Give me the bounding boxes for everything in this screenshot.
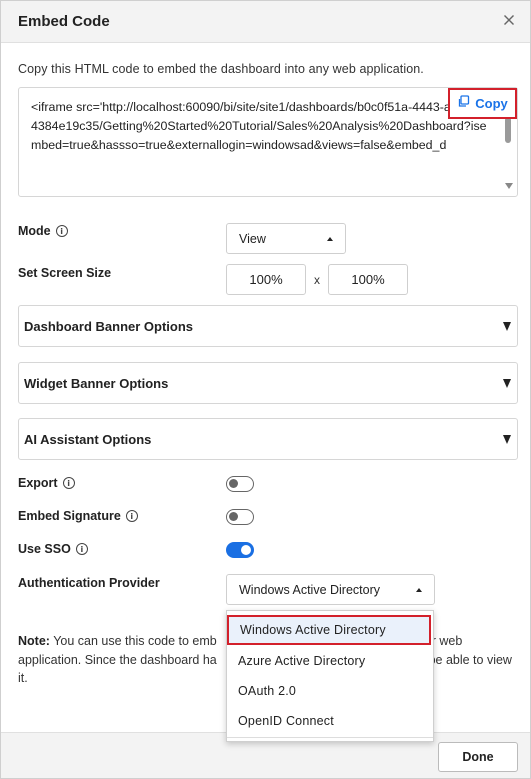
screen-size-label-row: Set Screen Size [18, 266, 111, 280]
caret-up-icon [327, 236, 333, 241]
embed-signature-label-row: Embed Signature i [18, 509, 138, 523]
info-icon[interactable]: i [75, 543, 88, 555]
embed-code-textarea[interactable]: <iframe src='http://localhost:60090/bi/s… [18, 87, 518, 197]
mode-label-row: Mode i [18, 224, 68, 238]
scroll-thumb[interactable] [505, 117, 511, 143]
info-icon[interactable]: i [55, 225, 68, 237]
auth-provider-dropdown: Windows Active Directory Azure Active Di… [226, 610, 434, 742]
export-label: Export [18, 476, 58, 490]
expand-arrow-icon [503, 322, 511, 331]
embed-code-text[interactable]: <iframe src='http://localhost:60090/bi/s… [31, 98, 493, 193]
auth-provider-label: Authentication Provider [18, 576, 160, 590]
embed-signature-toggle[interactable] [226, 509, 254, 525]
screen-size-label: Set Screen Size [18, 266, 112, 280]
accordion-dashboard-banner-options[interactable]: Dashboard Banner Options [18, 305, 518, 347]
accordion-ai-assistant-options[interactable]: AI Assistant Options [18, 418, 518, 460]
export-label-row: Export i [18, 476, 75, 490]
caret-up-icon [416, 587, 422, 592]
height-input[interactable]: 100% [328, 264, 408, 295]
accordion-title: Widget Banner Options [24, 376, 169, 391]
accordion-title: Dashboard Banner Options [24, 319, 194, 334]
accordion-widget-banner-options[interactable]: Widget Banner Options [18, 362, 518, 404]
auth-provider-select-value: Windows Active Directory [239, 582, 381, 597]
embed-signature-label: Embed Signature [18, 509, 121, 523]
export-toggle[interactable] [226, 476, 254, 492]
dropdown-option-azure-active-directory[interactable]: Azure Active Directory [227, 646, 433, 676]
info-icon[interactable]: i [125, 510, 138, 522]
toggle-knob [241, 545, 251, 555]
accordion-title: AI Assistant Options [24, 432, 152, 447]
copy-icon [457, 94, 470, 113]
toggle-knob [229, 479, 238, 488]
close-icon[interactable] [499, 10, 519, 30]
dialog-header: Embed Code [1, 1, 530, 43]
mode-select-value: View [239, 231, 266, 246]
note-text-start: You can use this code to emb [49, 634, 217, 648]
use-sso-toggle[interactable] [226, 542, 254, 558]
mode-label: Mode [18, 224, 51, 238]
dropdown-divider [227, 737, 433, 738]
dialog-title: Embed Code [18, 13, 110, 30]
dropdown-option-oauth-2[interactable]: OAuth 2.0 [227, 676, 433, 706]
use-sso-label-row: Use SSO i [18, 542, 88, 556]
dropdown-option-windows-active-directory[interactable]: Windows Active Directory [227, 615, 431, 645]
width-input[interactable]: 100% [226, 264, 306, 295]
use-sso-label: Use SSO [18, 542, 71, 556]
embed-code-dialog: Embed Code Copy this HTML code to embed … [0, 0, 531, 779]
scroll-down-arrow-icon[interactable] [505, 183, 513, 189]
expand-arrow-icon [503, 435, 511, 444]
toggle-knob [229, 512, 238, 521]
done-button[interactable]: Done [438, 742, 518, 772]
copy-button-label: Copy [475, 96, 508, 111]
dropdown-option-openid-connect[interactable]: OpenID Connect [227, 706, 433, 736]
copy-button[interactable]: Copy [448, 88, 517, 119]
auth-provider-label-row: Authentication Provider [18, 576, 160, 590]
expand-arrow-icon [503, 379, 511, 388]
size-separator: x [314, 273, 320, 287]
info-icon[interactable]: i [62, 477, 75, 489]
dialog-description: Copy this HTML code to embed the dashboa… [18, 62, 424, 76]
auth-provider-select[interactable]: Windows Active Directory [226, 574, 435, 605]
note-label: Note: [18, 634, 50, 648]
mode-select[interactable]: View [226, 223, 346, 254]
